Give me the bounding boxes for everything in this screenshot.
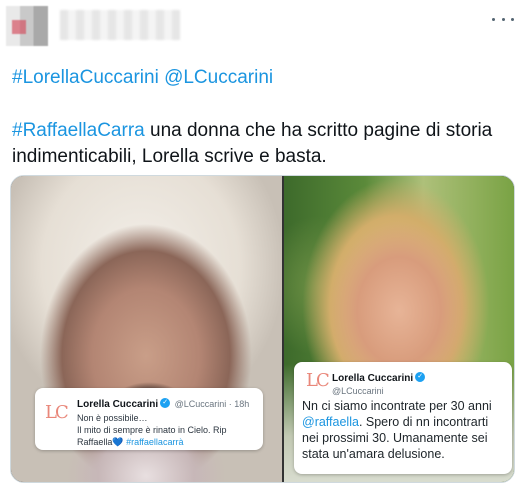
card-handle: @LCuccarini xyxy=(332,386,384,396)
tweet-hashtag-line: #LorellaCuccarini @LCuccarini xyxy=(12,66,273,90)
card-mention: @raffaella xyxy=(302,415,359,429)
more-horizontal-icon[interactable] xyxy=(492,12,514,26)
blue-heart-icon: 💙 xyxy=(112,437,124,447)
card-hashtag: #raffaellacarrà xyxy=(123,437,184,447)
tweet-header xyxy=(0,0,524,52)
card-text-line2: Il mito di sempre è rinato in Cielo. Rip xyxy=(77,425,227,435)
card-author-name: Lorella Cuccarini xyxy=(77,399,159,410)
verified-badge-icon: ✓ xyxy=(160,397,171,408)
tweet-body: #RaffaellaCarra una donna che ha scritto… xyxy=(12,118,512,170)
tweet-media[interactable]: LC Lorella Cuccarini ✓ @LCuccarini · 18h … xyxy=(10,175,515,483)
author-name-blurred[interactable] xyxy=(60,10,180,40)
card-text-line1: Non è possibile… xyxy=(77,413,148,423)
card-text-line3: Raffaella💙 #raffaellacarrà xyxy=(77,437,184,447)
embedded-tweet-card-left: LC Lorella Cuccarini ✓ @LCuccarini · 18h … xyxy=(35,388,263,450)
card-author-name: Lorella Cuccarini xyxy=(332,373,414,384)
mention-lcuccarini-link[interactable]: @LCuccarini xyxy=(164,67,273,88)
card-handle-time: @LCuccarini · 18h xyxy=(174,399,250,409)
verified-badge-icon: ✓ xyxy=(415,371,426,382)
lc-logo-icon: LC xyxy=(45,402,69,423)
hashtag-raffaella-link[interactable]: #RaffaellaCarra xyxy=(12,120,145,141)
avatar[interactable] xyxy=(6,6,48,46)
hashtag-lorella-link[interactable]: #LorellaCuccarini xyxy=(12,67,159,88)
embedded-tweet-card-right: LC Lorella Cuccarini ✓ @LCuccarini Nn ci … xyxy=(294,362,512,474)
card-quote-text: Nn ci siamo incontrate per 30 anni @raff… xyxy=(302,399,492,461)
lc-logo-icon: LC xyxy=(306,370,330,391)
